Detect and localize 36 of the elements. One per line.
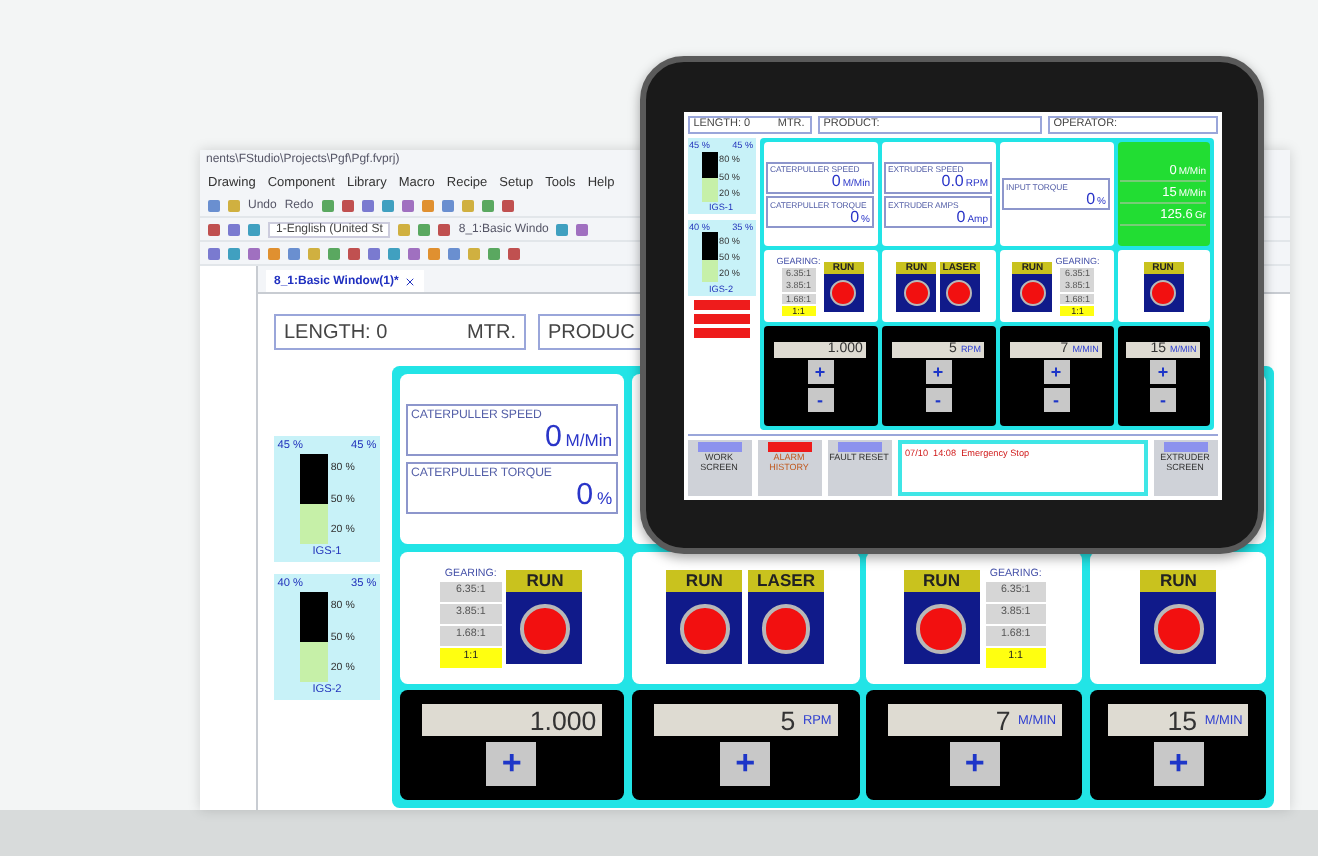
step-button[interactable]: - bbox=[807, 387, 833, 412]
step-button[interactable]: + bbox=[950, 741, 1000, 787]
step-button[interactable]: + bbox=[486, 741, 537, 787]
readout-value: 0.0 bbox=[941, 174, 964, 191]
counter-value: 5 bbox=[780, 705, 796, 736]
readout-value: 0 bbox=[544, 421, 562, 452]
counter-value: 1.000 bbox=[529, 705, 597, 736]
readout-unit: % bbox=[596, 487, 613, 508]
step-button[interactable]: - bbox=[1150, 387, 1176, 412]
alarm-lamp bbox=[693, 313, 749, 324]
header-field: PRODUC bbox=[538, 314, 645, 350]
readout-value: 0 bbox=[850, 209, 860, 226]
step-button[interactable]: + bbox=[720, 741, 770, 787]
step-button[interactable]: + bbox=[925, 360, 951, 385]
counter-value: 15 bbox=[1167, 705, 1198, 736]
step-button[interactable]: - bbox=[1043, 387, 1069, 412]
run-button[interactable]: RUN bbox=[1140, 569, 1217, 665]
step-button[interactable]: - bbox=[925, 387, 951, 412]
counter-value: 7 bbox=[995, 705, 1011, 736]
readout-value: 0 bbox=[956, 209, 966, 226]
run-button[interactable]: LASER bbox=[748, 569, 825, 665]
alarm-lamp bbox=[693, 327, 749, 338]
run-button[interactable]: RUN bbox=[666, 569, 743, 665]
readout-value: 0 bbox=[831, 174, 841, 191]
close-icon[interactable] bbox=[404, 275, 417, 287]
readout-value: 0 bbox=[576, 479, 594, 510]
readout-unit: M/Min bbox=[565, 429, 613, 450]
step-button[interactable]: + bbox=[1043, 360, 1069, 385]
step-button[interactable]: + bbox=[1150, 360, 1176, 385]
header-field: LENGTH: 0 MTR. bbox=[274, 314, 526, 350]
run-button[interactable]: RUN bbox=[506, 569, 583, 665]
run-button[interactable]: RUN bbox=[903, 569, 980, 665]
readout-value: 0 bbox=[1086, 191, 1096, 208]
step-button[interactable]: + bbox=[1153, 741, 1204, 787]
alarm-lamp bbox=[693, 299, 749, 310]
step-button[interactable]: + bbox=[807, 360, 833, 385]
